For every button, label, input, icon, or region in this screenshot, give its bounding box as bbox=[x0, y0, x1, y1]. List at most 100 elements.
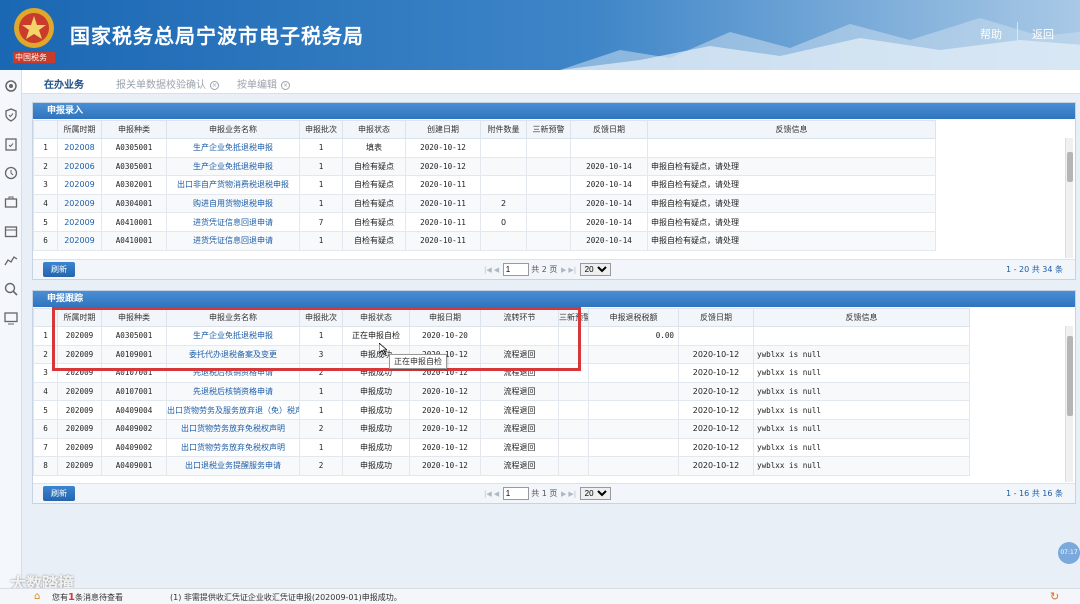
column-header: 申报种类 bbox=[101, 120, 167, 139]
table-row[interactable]: 8 202009 A0409001 出口退税业务提醒服务申请 2 申报成功 2020-10-… bbox=[33, 456, 970, 476]
calendar-icon[interactable] bbox=[3, 223, 19, 239]
table-row[interactable]: 4 202009 A0107001 先退税后核销资格申请 1 申报成功 2020-10-12… bbox=[33, 381, 970, 402]
table-row[interactable]: 5 202009 A0410001 进货凭证信息回退申请 7 自检有疑点 2020-10-1… bbox=[33, 212, 936, 232]
prev-page-icon[interactable]: ◀ bbox=[494, 266, 499, 274]
table-row[interactable]: 4 202009 A0304001 购进自用货物退税申报 1 自检有疑点 2020-10-1… bbox=[33, 193, 936, 214]
table-cell bbox=[558, 381, 589, 402]
tag-icon[interactable] bbox=[3, 165, 19, 181]
table-cell[interactable]: 生产企业免抵退税申报 bbox=[166, 326, 300, 346]
table-cell: 2020-10-11 bbox=[405, 175, 481, 195]
table-row[interactable]: 6 202009 A0409002 出口货物劳务放弃免税权声明 2 申报成功 2020-10… bbox=[33, 418, 970, 439]
table-cell: ywblxx is null bbox=[753, 437, 970, 458]
entry-pagination: 刷新 |◀◀ 共 2 页 ▶▶| 20 1 - 20 共 34 条 bbox=[33, 259, 1075, 279]
table-cell[interactable]: 202008 bbox=[57, 138, 102, 158]
shield-icon[interactable] bbox=[3, 107, 19, 123]
table-cell: 202009 bbox=[57, 456, 102, 476]
track-scrollbar[interactable] bbox=[1065, 326, 1073, 482]
track-page-total: 共 1 页 bbox=[531, 489, 558, 498]
column-header: 申报批次 bbox=[299, 120, 343, 139]
search-icon[interactable] bbox=[3, 281, 19, 297]
table-row[interactable]: 2 202006 A0305001 生产企业免抵退税申报 1 自检有疑点 2020-10-1… bbox=[33, 156, 936, 177]
close-icon[interactable]: × bbox=[210, 81, 219, 90]
table-cell[interactable]: 生产企业免抵退税申报 bbox=[166, 156, 300, 177]
great-wall-graphic bbox=[560, 18, 1080, 70]
briefcase-icon[interactable] bbox=[3, 194, 19, 210]
table-cell[interactable]: 先退税后核销资格申请 bbox=[166, 363, 300, 383]
table-cell bbox=[526, 230, 571, 251]
table-cell[interactable]: 购进自用货物退税申报 bbox=[166, 193, 300, 214]
monitor-icon[interactable] bbox=[3, 310, 19, 326]
table-cell: 6 bbox=[33, 418, 58, 439]
chart-icon[interactable] bbox=[3, 252, 19, 268]
entry-page-input[interactable] bbox=[502, 263, 529, 276]
tab-label: 按单编辑 bbox=[237, 80, 277, 91]
back-link[interactable]: 返回 bbox=[1032, 26, 1054, 42]
header-divider bbox=[1017, 22, 1018, 40]
track-page-size-select[interactable]: 20 bbox=[579, 487, 611, 500]
table-cell bbox=[526, 175, 571, 195]
chat-badge[interactable]: 07:17 bbox=[1058, 542, 1080, 564]
table-cell[interactable]: 出口货物劳务放弃免税权声明 bbox=[166, 418, 300, 439]
table-row[interactable]: 1 202008 A0305001 生产企业免抵退税申报 1 填表 2020-10-12 bbox=[33, 138, 936, 158]
table-row[interactable]: 5 202009 A0409004 出口货物劳务及服务放弃退（免）税声明 1 申报成功 20… bbox=[33, 400, 970, 420]
table-cell[interactable]: 出口货物劳务及服务放弃退（免）税声明 bbox=[166, 400, 300, 420]
table-cell: 202009 bbox=[57, 400, 102, 420]
table-cell: 自检有疑点 bbox=[342, 230, 406, 251]
table-cell[interactable]: 生产企业免抵退税申报 bbox=[166, 138, 300, 158]
table-cell: 5 bbox=[33, 400, 58, 420]
last-page-icon[interactable]: ▶| bbox=[568, 266, 576, 274]
column-header: 申报退税税额 bbox=[588, 308, 679, 327]
column-header bbox=[33, 120, 58, 139]
track-page-input[interactable] bbox=[502, 487, 529, 500]
table-cell[interactable]: 202009 bbox=[57, 212, 102, 232]
track-refresh-button[interactable]: 刷新 bbox=[43, 486, 75, 501]
gear-icon[interactable] bbox=[3, 78, 19, 94]
tab-in-progress[interactable]: 在办业务 bbox=[44, 76, 84, 91]
table-cell bbox=[588, 363, 679, 383]
table-cell: 2020-10-14 bbox=[570, 230, 648, 251]
table-cell: 1 bbox=[299, 138, 343, 158]
table-row[interactable]: 7 202009 A0409002 出口货物劳务放弃免税权声明 1 申报成功 2020-10… bbox=[33, 437, 970, 458]
last-page-icon[interactable]: ▶| bbox=[568, 490, 576, 498]
table-cell[interactable]: 出口退税业务提醒服务申请 bbox=[166, 456, 300, 476]
first-page-icon[interactable]: |◀ bbox=[484, 490, 492, 498]
entry-page-size-select[interactable]: 20 bbox=[579, 263, 611, 276]
table-cell: 1 bbox=[299, 326, 343, 346]
home-icon[interactable]: ⌂ bbox=[34, 591, 40, 602]
tab-label: 在办业务 bbox=[44, 80, 84, 91]
entry-scrollbar[interactable] bbox=[1065, 138, 1073, 258]
table-cell[interactable]: 先退税后核销资格申请 bbox=[166, 381, 300, 402]
table-cell[interactable]: 202009 bbox=[57, 230, 102, 251]
column-header: 创建日期 bbox=[405, 120, 481, 139]
table-cell[interactable]: 进货凭证信息回退申请 bbox=[166, 212, 300, 232]
table-cell[interactable]: 出口货物劳务放弃免税权声明 bbox=[166, 437, 300, 458]
entry-refresh-button[interactable]: 刷新 bbox=[43, 262, 75, 277]
table-row[interactable]: 3 202009 A0302001 出口非自产货物消费税退税申报 1 自检有疑点 2020-… bbox=[33, 175, 936, 195]
close-icon[interactable]: × bbox=[281, 81, 290, 90]
table-cell[interactable]: 委托代办退税备案及变更 bbox=[166, 344, 300, 365]
table-cell[interactable]: 202009 bbox=[57, 175, 102, 195]
refresh-icon[interactable]: ↻ bbox=[1050, 590, 1059, 603]
table-cell[interactable]: 出口非自产货物消费税退税申报 bbox=[166, 175, 300, 195]
next-page-icon[interactable]: ▶ bbox=[561, 266, 566, 274]
prev-page-icon[interactable]: ◀ bbox=[494, 490, 499, 498]
table-cell bbox=[558, 456, 589, 476]
table-row[interactable]: 3 202009 A0107001 先退税后核销资格申请 2 申报成功 2020-10-12… bbox=[33, 363, 970, 383]
first-page-icon[interactable]: |◀ bbox=[484, 266, 492, 274]
table-cell[interactable]: 202009 bbox=[57, 193, 102, 214]
tab-customs-verify[interactable]: 报关单数据校验确认 × bbox=[116, 76, 219, 91]
table-row[interactable]: 1 202009 A0305001 生产企业免抵退税申报 1 正在申报自检 2020-10-… bbox=[33, 326, 970, 346]
table-row[interactable]: 6 202009 A0410001 进货凭证信息回退申请 1 自检有疑点 2020-10-1… bbox=[33, 230, 936, 251]
table-cell: 申报自检有疑点，请处理 bbox=[647, 175, 936, 195]
tax-emblem-icon: 中国税务 bbox=[10, 4, 58, 64]
notice-text: (1) 非需提供收汇凭证企业收汇凭证申报(202009-01)申报成功。 bbox=[170, 593, 402, 602]
table-cell[interactable]: 202006 bbox=[57, 156, 102, 177]
table-cell[interactable]: 进货凭证信息回退申请 bbox=[166, 230, 300, 251]
clipboard-check-icon[interactable] bbox=[3, 136, 19, 152]
message-notice[interactable]: 您有1条消息待查看 bbox=[52, 592, 123, 603]
next-page-icon[interactable]: ▶ bbox=[561, 490, 566, 498]
help-link[interactable]: 帮助 bbox=[980, 26, 1002, 42]
tab-edit-by-form[interactable]: 按单编辑 × bbox=[237, 76, 290, 91]
column-header: 申报业务名称 bbox=[166, 308, 300, 327]
table-row[interactable]: 2202009A0109001委托代办退税备案及变更3申报成功2020-10-1… bbox=[33, 344, 970, 365]
